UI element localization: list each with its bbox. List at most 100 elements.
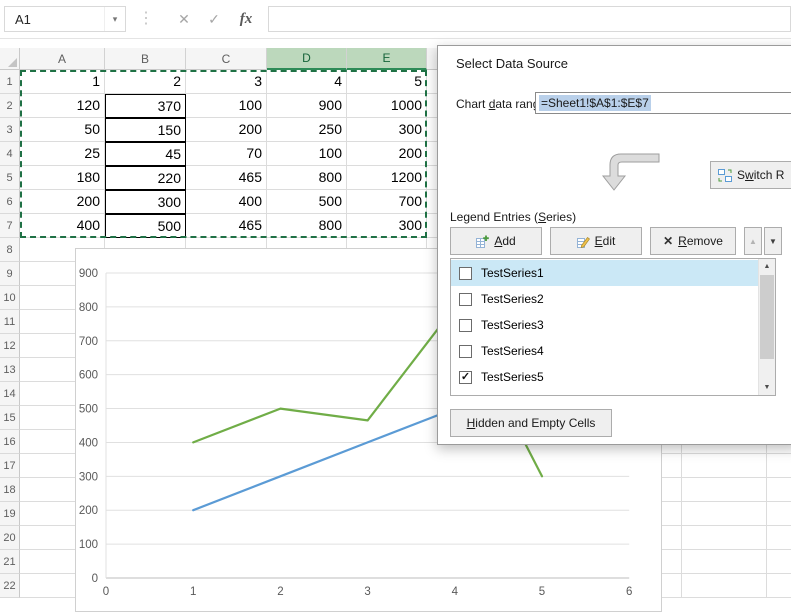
cell-A2[interactable]: 120 <box>20 94 105 118</box>
row-header-9[interactable]: 9 <box>0 262 20 286</box>
switch-row-column-button[interactable]: Switch R <box>710 161 791 189</box>
unchecked-checkbox-icon[interactable] <box>459 267 472 280</box>
cell-D6[interactable]: 500 <box>267 190 347 214</box>
formula-input[interactable] <box>268 6 791 32</box>
column-header-B[interactable]: B <box>105 48 186 70</box>
cancel-icon[interactable]: ✕ <box>170 6 198 32</box>
cell-C3[interactable]: 200 <box>186 118 267 142</box>
name-box[interactable]: A1 ▾ <box>4 6 126 32</box>
cell-A1[interactable]: 1 <box>20 70 105 94</box>
row-header-12[interactable]: 12 <box>0 334 20 358</box>
cell-E1[interactable]: 5 <box>347 70 427 94</box>
row-header-2[interactable]: 2 <box>0 94 20 118</box>
row-header-19[interactable]: 19 <box>0 502 20 526</box>
scroll-up-icon[interactable]: ▲ <box>759 259 775 274</box>
hidden-and-empty-cells-button[interactable]: Hidden and Empty Cells <box>450 409 612 437</box>
chart-data-range-input[interactable]: =Sheet1!$A$1:$E$7 <box>535 92 791 114</box>
cell-A3[interactable]: 50 <box>20 118 105 142</box>
cell-A5[interactable]: 180 <box>20 166 105 190</box>
scrollbar[interactable]: ▲ ▼ <box>758 259 775 395</box>
cell-A7[interactable]: 400 <box>20 214 105 238</box>
cell-J22[interactable] <box>767 574 791 598</box>
row-header-11[interactable]: 11 <box>0 310 20 334</box>
cell-D7[interactable]: 800 <box>267 214 347 238</box>
cell-J17[interactable] <box>767 454 791 478</box>
cell-E7[interactable]: 300 <box>347 214 427 238</box>
cell-J19[interactable] <box>767 502 791 526</box>
cell-A4[interactable]: 25 <box>20 142 105 166</box>
column-header-C[interactable]: C <box>186 48 267 70</box>
row-header-10[interactable]: 10 <box>0 286 20 310</box>
scrollbar-thumb[interactable] <box>760 275 774 359</box>
insert-function-icon[interactable]: fx <box>232 6 260 32</box>
row-header-22[interactable]: 22 <box>0 574 20 598</box>
cell-C5[interactable]: 465 <box>186 166 267 190</box>
cell-B6[interactable]: 300 <box>105 190 186 214</box>
row-header-20[interactable]: 20 <box>0 526 20 550</box>
cell-C2[interactable]: 100 <box>186 94 267 118</box>
unchecked-checkbox-icon[interactable] <box>459 319 472 332</box>
cell-J18[interactable] <box>767 478 791 502</box>
cell-D2[interactable]: 900 <box>267 94 347 118</box>
column-header-A[interactable]: A <box>20 48 105 70</box>
row-header-7[interactable]: 7 <box>0 214 20 238</box>
checked-checkbox-icon[interactable]: ✓ <box>459 371 472 384</box>
row-header-18[interactable]: 18 <box>0 478 20 502</box>
cell-B7[interactable]: 500 <box>105 214 186 238</box>
cell-J21[interactable] <box>767 550 791 574</box>
cell-E3[interactable]: 300 <box>347 118 427 142</box>
cell-I18[interactable] <box>682 478 767 502</box>
column-header-D[interactable]: D <box>267 48 347 70</box>
cell-E5[interactable]: 1200 <box>347 166 427 190</box>
cell-D3[interactable]: 250 <box>267 118 347 142</box>
cell-I20[interactable] <box>682 526 767 550</box>
add-button[interactable]: Add <box>450 227 542 255</box>
cell-E6[interactable]: 700 <box>347 190 427 214</box>
row-header-4[interactable]: 4 <box>0 142 20 166</box>
move-up-button[interactable]: ▲ <box>744 227 762 255</box>
edit-button[interactable]: Edit <box>550 227 642 255</box>
cell-B3[interactable]: 150 <box>105 118 186 142</box>
legend-entry-TestSeries4[interactable]: TestSeries4 <box>451 338 758 364</box>
cell-B1[interactable]: 2 <box>105 70 186 94</box>
cell-I17[interactable] <box>682 454 767 478</box>
cell-C6[interactable]: 400 <box>186 190 267 214</box>
legend-entry-TestSeries5[interactable]: ✓TestSeries5 <box>451 364 758 390</box>
row-header-3[interactable]: 3 <box>0 118 20 142</box>
cell-B4[interactable]: 45 <box>105 142 186 166</box>
remove-button[interactable]: ✕ Remove <box>650 227 736 255</box>
row-header-6[interactable]: 6 <box>0 190 20 214</box>
select-all-corner[interactable] <box>0 48 20 70</box>
enter-check-icon[interactable]: ✓ <box>200 6 228 32</box>
cell-C1[interactable]: 3 <box>186 70 267 94</box>
legend-entry-TestSeries3[interactable]: TestSeries3 <box>451 312 758 338</box>
cell-B2[interactable]: 370 <box>105 94 186 118</box>
column-header-E[interactable]: E <box>347 48 427 70</box>
row-header-5[interactable]: 5 <box>0 166 20 190</box>
legend-entry-TestSeries2[interactable]: TestSeries2 <box>451 286 758 312</box>
row-header-14[interactable]: 14 <box>0 382 20 406</box>
cell-B5[interactable]: 220 <box>105 166 186 190</box>
unchecked-checkbox-icon[interactable] <box>459 293 472 306</box>
cell-E2[interactable]: 1000 <box>347 94 427 118</box>
cell-C4[interactable]: 70 <box>186 142 267 166</box>
cell-I21[interactable] <box>682 550 767 574</box>
cell-E4[interactable]: 200 <box>347 142 427 166</box>
scroll-down-icon[interactable]: ▼ <box>759 380 775 395</box>
cell-I22[interactable] <box>682 574 767 598</box>
cell-C7[interactable]: 465 <box>186 214 267 238</box>
row-header-21[interactable]: 21 <box>0 550 20 574</box>
cell-D5[interactable]: 800 <box>267 166 347 190</box>
row-header-1[interactable]: 1 <box>0 70 20 94</box>
cell-D1[interactable]: 4 <box>267 70 347 94</box>
row-header-17[interactable]: 17 <box>0 454 20 478</box>
row-header-13[interactable]: 13 <box>0 358 20 382</box>
cell-D4[interactable]: 100 <box>267 142 347 166</box>
row-header-8[interactable]: 8 <box>0 238 20 262</box>
cell-A6[interactable]: 200 <box>20 190 105 214</box>
move-down-button[interactable]: ▼ <box>764 227 782 255</box>
row-header-16[interactable]: 16 <box>0 430 20 454</box>
cell-I19[interactable] <box>682 502 767 526</box>
legend-entry-TestSeries1[interactable]: TestSeries1 <box>451 260 758 286</box>
row-header-15[interactable]: 15 <box>0 406 20 430</box>
